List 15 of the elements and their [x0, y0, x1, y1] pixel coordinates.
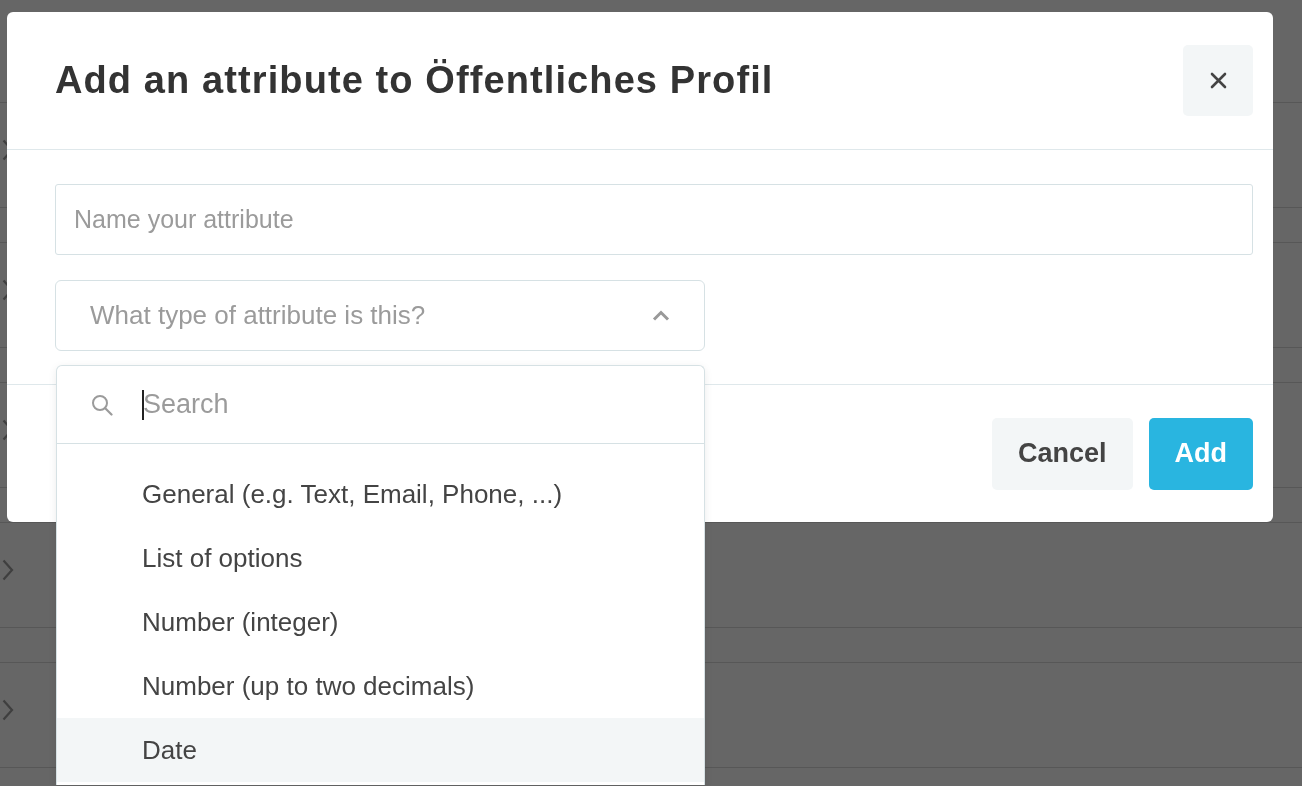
dropdown-option[interactable]: General (e.g. Text, Email, Phone, ...) [57, 462, 704, 526]
dialog-title: Add an attribute to Öffentliches Profil [55, 57, 774, 103]
search-field[interactable]: Search [143, 384, 704, 425]
dropdown-option[interactable]: Number (integer) [57, 590, 704, 654]
chevron-up-icon [652, 310, 670, 321]
dropdown-option[interactable]: List of options [57, 526, 704, 590]
dropdown-option[interactable]: Date [57, 718, 704, 782]
close-button[interactable] [1183, 45, 1253, 116]
cancel-button[interactable]: Cancel [991, 417, 1133, 490]
chevron-right-icon[interactable] [2, 559, 14, 581]
chevron-right-icon[interactable] [2, 699, 14, 721]
name-field[interactable]: Name your attribute [55, 184, 1253, 255]
dropdown-option[interactable]: Number (up to two decimals) [57, 654, 704, 718]
close-icon [1209, 72, 1227, 89]
search-icon [91, 393, 113, 416]
